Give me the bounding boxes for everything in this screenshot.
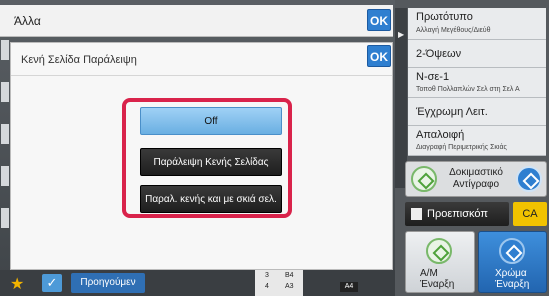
sample-copy-button[interactable]: Δοκιμαστικό Αντίγραφο (405, 161, 547, 197)
previous-button[interactable]: Προηγούμεν (71, 273, 145, 293)
menu-item-sublabel: Τοποθ Πολλαπλών Σελ στη Σελ Α (416, 86, 520, 93)
preview-label: Προεπισκόπ (427, 208, 488, 220)
start-bw-icon (411, 166, 437, 192)
option-off-button[interactable]: Off (140, 107, 282, 135)
color-start-label-line1: Χρώμα (495, 268, 527, 279)
star-icon[interactable]: ★ (10, 274, 24, 294)
dialog-header: Κενή Σελίδα Παράλειψη (11, 43, 392, 76)
header-ok-button[interactable]: OK (367, 9, 391, 31)
color-start-icon (499, 238, 525, 264)
checkmark-icon[interactable]: ✓ (42, 274, 62, 292)
left-tab-strip (0, 40, 10, 270)
sample-copy-label-line2: Αντίγραφο (452, 179, 500, 190)
bw-start-label: Α/Μ Έναρξη (420, 268, 454, 290)
menu-item-label: Έγχρωμη Λειτ. (416, 106, 488, 118)
menu-item-label: Ν-σε-1 (416, 71, 450, 83)
menu-item-label: Απαλοιφή (416, 129, 465, 141)
menu-item-original[interactable]: Πρωτότυπο Αλλαγή Μεγέθους/Διεύθ (408, 8, 546, 40)
bw-start-button[interactable]: Α/Μ Έναρξη (405, 231, 475, 293)
sample-copy-label-line1: Δοκιμαστικό (449, 167, 503, 178)
bw-start-label-line1: Α/Μ (420, 268, 438, 279)
dialog-title: Κενή Σελίδα Παράλειψη (21, 54, 137, 66)
color-start-label-line2: Έναρξη (495, 279, 530, 290)
bottom-bar: ★ ✓ Προηγούμεν 3 B4 4 A3 A4 (0, 270, 395, 296)
menu-item-label: Πρωτότυπο (416, 11, 473, 23)
tray-3-number: 3 (265, 272, 269, 279)
tray-4-number: 4 (265, 283, 269, 290)
page-title: Άλλα (14, 14, 41, 28)
menu-item-n-up[interactable]: Ν-σε-1 Τοποθ Πολλαπλών Σελ στη Σελ Α (408, 68, 546, 98)
blank-page-skip-dialog: Κενή Σελίδα Παράλειψη Off Παράλειψη Κενή… (10, 42, 393, 270)
bw-start-label-line2: Έναρξη (420, 279, 455, 290)
option-skip-blank-button[interactable]: Παράλειψη Κενής Σελίδας (140, 148, 282, 176)
document-icon (411, 208, 422, 220)
option-skip-blank-shadow-button[interactable]: Παραλ. κενής και με σκιά σελ. (140, 185, 282, 213)
options-group: Off Παράλειψη Κενής Σελίδας Παραλ. κενής… (122, 98, 292, 218)
dialog-ok-button[interactable]: OK (367, 45, 391, 67)
menu-item-label: 2-Όψεων (416, 48, 462, 60)
tray-4-size: A3 (285, 283, 294, 290)
color-start-label: Χρώμα Έναρξη (495, 268, 529, 290)
paper-tray-status: 3 B4 4 A3 (255, 270, 303, 296)
play-arrow-icon: ▶ (398, 30, 405, 39)
color-start-button[interactable]: Χρώμα Έναρξη (478, 231, 547, 293)
menu-item-color-mode[interactable]: Έγχρωμη Λειτ. (408, 98, 546, 126)
bw-start-icon (426, 238, 452, 264)
tray-3-size: B4 (285, 272, 294, 279)
start-color-icon (516, 166, 542, 192)
menu-item-duplex[interactable]: 2-Όψεων (408, 40, 546, 68)
header-bar: Άλλα (0, 5, 393, 37)
menu-item-sublabel: Αλλαγή Μεγέθους/Διεύθ (416, 27, 491, 34)
current-paper-size: A4 (340, 282, 358, 292)
sample-copy-label: Δοκιμαστικό Αντίγραφο (440, 167, 512, 191)
clear-all-button[interactable]: CA (513, 202, 547, 226)
menu-item-erase[interactable]: Απαλοιφή Διαγραφή Περιμετρικής Σκιάς (408, 126, 546, 156)
menu-item-sublabel: Διαγραφή Περιμετρικής Σκιάς (416, 144, 507, 151)
preview-button[interactable]: Προεπισκόπ (405, 202, 509, 226)
